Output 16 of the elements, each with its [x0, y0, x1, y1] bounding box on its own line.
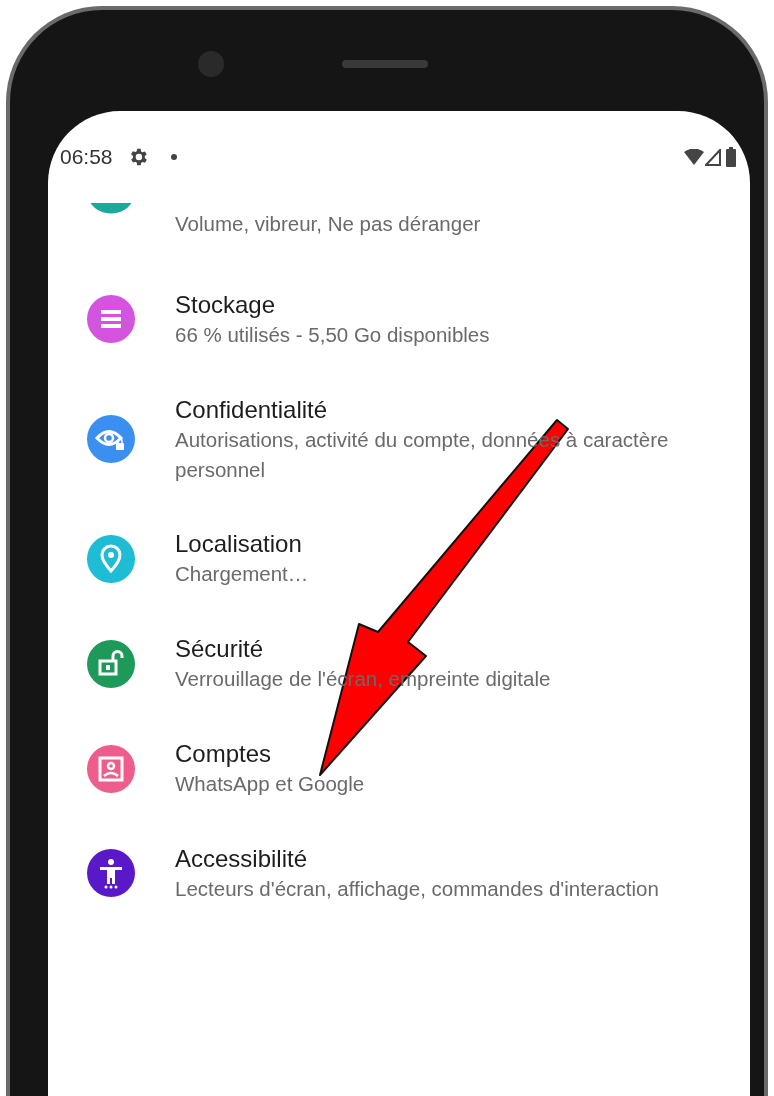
- setting-title[interactable]: Accessibilité: [175, 842, 659, 875]
- setting-summary: Volume, vibreur, Ne pas déranger: [175, 211, 481, 237]
- clock-time: 06:58: [60, 144, 113, 171]
- setting-title[interactable]: Sécurité: [175, 633, 551, 665]
- notification-dot-icon: [170, 154, 177, 160]
- setting-title[interactable]: Stockage: [175, 288, 490, 320]
- setting-title[interactable]: Confidentialité: [175, 393, 710, 425]
- battery-icon: [726, 147, 736, 167]
- signal-icon: [705, 148, 721, 166]
- setting-summary: Lecteurs d'écran, affichage, commandes d'interaction: [175, 876, 659, 903]
- setting-summary: WhatsApp et Google: [175, 771, 365, 798]
- wifi-icon: [684, 149, 704, 165]
- setting-title[interactable]: Localisation: [175, 528, 309, 560]
- setting-summary: 66 % utilisés - 5,50 Go disponibles: [175, 321, 490, 348]
- setting-title[interactable]: Comptes: [175, 738, 365, 770]
- setting-summary: Chargement…: [175, 561, 309, 588]
